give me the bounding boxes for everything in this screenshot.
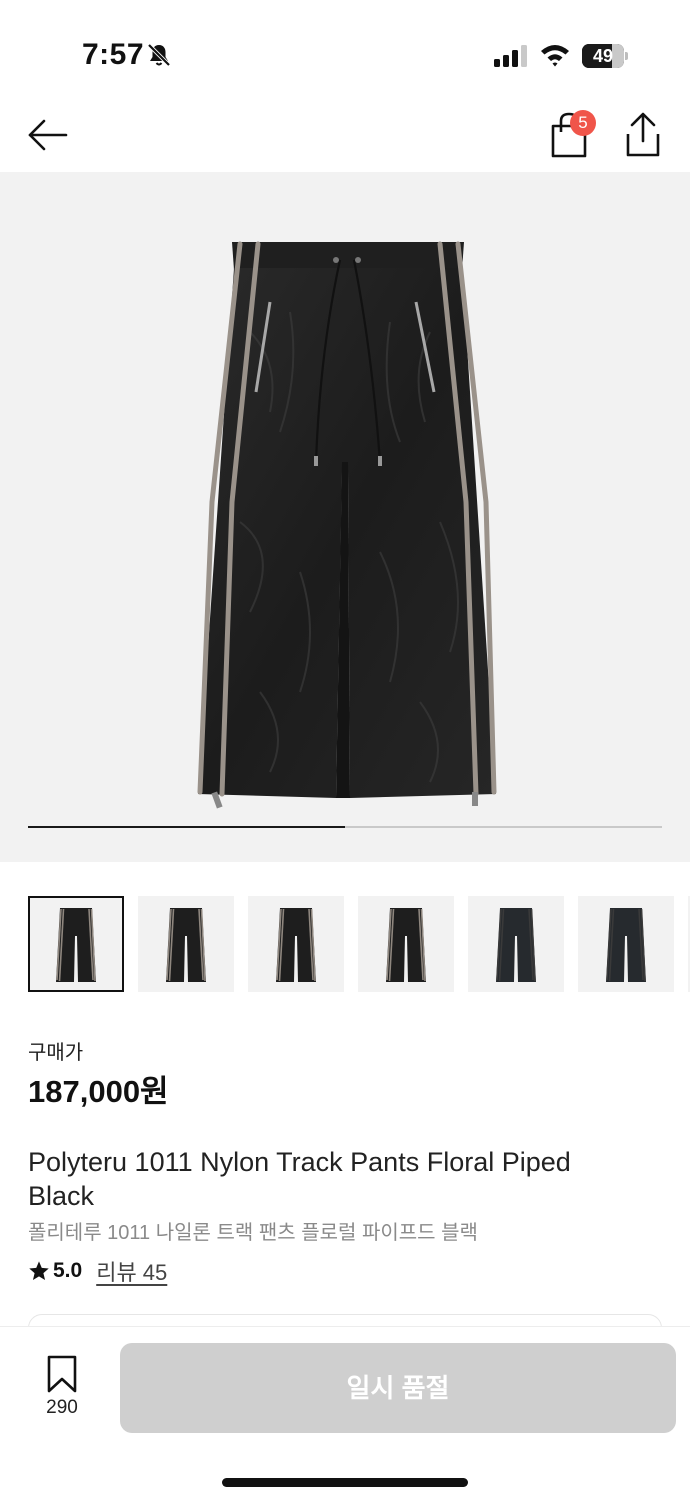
battery-tip [625, 52, 628, 60]
rating-value: 5.0 [53, 1259, 83, 1282]
gallery-progress-fill [28, 826, 345, 828]
product-thumbnail[interactable] [138, 896, 234, 992]
wifi-icon [541, 45, 569, 67]
product-thumbnail[interactable] [28, 896, 124, 992]
product-title: Polyteru 1011 Nylon Track Pants Floral P… [28, 1147, 571, 1211]
rating-row: 5.0 리뷰 45 [28, 1257, 167, 1285]
bottom-action-bar: 290 일시 품절 [0, 1326, 690, 1500]
wishlist-button[interactable]: 290 [36, 1355, 88, 1425]
wishlist-count: 290 [46, 1397, 78, 1418]
product-image [197, 241, 497, 809]
cart-count-badge: 5 [570, 110, 596, 136]
star-icon [29, 1261, 49, 1280]
battery-icon: 49 [582, 44, 628, 68]
price: 187,000원 [28, 1074, 169, 1109]
review-link[interactable]: 리뷰 45 [96, 1255, 167, 1287]
back-arrow-icon[interactable] [24, 112, 70, 158]
product-thumbnail[interactable] [468, 896, 564, 992]
gallery-progress-track [28, 826, 662, 828]
battery-percent: 49 [592, 46, 614, 66]
sold-out-button[interactable]: 일시 품절 [120, 1343, 676, 1433]
price-label: 구매가 [28, 1042, 84, 1064]
home-indicator [222, 1478, 468, 1487]
cellular-signal-icon [494, 45, 527, 67]
share-icon[interactable] [620, 110, 666, 160]
bell-off-icon [147, 43, 171, 67]
thumbnail-strip[interactable] [0, 896, 690, 994]
status-bar: 7:57 49 [0, 0, 690, 100]
product-thumbnail[interactable] [578, 896, 674, 992]
bookmark-icon [47, 1355, 77, 1393]
product-image-gallery[interactable] [0, 172, 690, 862]
status-time: 7:57 [82, 38, 145, 71]
product-thumbnail[interactable] [248, 896, 344, 992]
product-thumbnail[interactable] [358, 896, 454, 992]
product-title-korean: 폴리테루 1011 나일론 트랙 팬츠 플로럴 파이프드 블랙 [28, 1222, 478, 1244]
